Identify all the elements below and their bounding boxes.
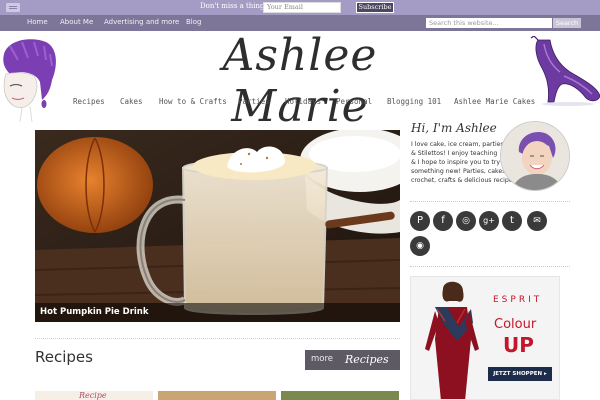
newsletter-prompt: Don't miss a thing!: [200, 2, 268, 10]
main-nav-ashlee-marie-cakes[interactable]: Ashlee Marie Cakes: [454, 97, 535, 106]
site-logo[interactable]: Ashlee Marie: [150, 30, 450, 132]
menu-icon[interactable]: [6, 3, 20, 12]
about-heading: Hi, I'm Ashlee: [411, 121, 497, 135]
slide-caption-bar: Hot Pumpkin Pie Drink: [35, 303, 400, 322]
search-input[interactable]: Search this website...: [426, 18, 552, 28]
site-header: Ashlee Marie Recipes Cakes How to & Craf…: [0, 30, 600, 132]
main-nav-blogging-101[interactable]: Blogging 101: [387, 97, 441, 106]
nav-link-advertising[interactable]: Advertising and more: [104, 18, 179, 26]
rss-icon[interactable]: ◉: [410, 236, 430, 256]
ad-headline-emphasis: UP: [503, 333, 534, 357]
ad-brand: ESPRIT: [493, 295, 543, 305]
about-text-line: crochet, crafts & delicious recipes!: [411, 177, 519, 184]
instagram-icon[interactable]: ◎: [456, 211, 476, 231]
nav-link-home[interactable]: Home: [27, 18, 48, 26]
top-navigation: Home About Me Advertising and more Blog …: [0, 15, 600, 31]
header-illustration-shoe: [530, 36, 600, 106]
main-nav-recipes[interactable]: Recipes: [73, 97, 105, 106]
ad-model-image: [425, 281, 479, 399]
nav-link-about[interactable]: About Me: [60, 18, 93, 26]
recipe-thumbnail-label: Recipe: [79, 391, 107, 400]
about-text-line: & Stilettos! I enjoy teaching: [411, 150, 498, 157]
featured-image: [35, 130, 400, 322]
google-plus-icon[interactable]: g+: [479, 211, 499, 231]
header-illustration-face: [3, 39, 56, 122]
facebook-icon[interactable]: f: [433, 211, 453, 231]
recipe-thumbnail[interactable]: Recipe: [35, 391, 153, 400]
about-text-line: something new! Parties, cakes: [411, 168, 506, 175]
author-avatar[interactable]: [500, 121, 570, 191]
pinterest-icon[interactable]: P: [410, 211, 430, 231]
newsletter-bar: Don't miss a thing! Your Email Subscribe: [0, 0, 600, 15]
main-nav-parties[interactable]: Parties: [238, 97, 270, 106]
sidebar-divider: [410, 266, 570, 267]
more-label: more: [311, 354, 334, 364]
main-nav-how-to-crafts[interactable]: How to & Crafts: [159, 97, 227, 106]
main-nav-personal[interactable]: Personal: [336, 97, 372, 106]
email-icon[interactable]: ✉: [527, 211, 547, 231]
ad-headline: Colour: [494, 317, 537, 332]
sidebar-advertisement[interactable]: ESPRIT Colour UP JETZT SHOPPEN ▸: [410, 276, 560, 400]
section-divider: [35, 338, 400, 339]
main-nav-holidays[interactable]: Holidays: [285, 97, 321, 106]
ad-shop-button[interactable]: JETZT SHOPPEN ▸: [488, 367, 552, 381]
sidebar-divider: [410, 201, 570, 202]
search-button[interactable]: Search: [553, 18, 581, 28]
twitter-icon[interactable]: t: [502, 211, 522, 231]
slide-caption[interactable]: Hot Pumpkin Pie Drink: [40, 307, 149, 317]
recipe-thumbnail[interactable]: [281, 391, 399, 400]
featured-slide[interactable]: Hot Pumpkin Pie Drink: [35, 130, 400, 322]
nav-link-blog[interactable]: Blog: [186, 18, 201, 26]
main-nav-cakes[interactable]: Cakes: [120, 97, 143, 106]
more-recipes-button[interactable]: more Recipes: [305, 350, 400, 370]
email-field[interactable]: Your Email: [263, 2, 341, 13]
about-text-line: I love cake, ice cream, parties: [411, 141, 504, 148]
subscribe-button[interactable]: Subscribe: [356, 2, 394, 13]
section-title-recipes: Recipes: [35, 348, 93, 366]
about-text-line: & I hope to inspire you to try: [411, 159, 501, 166]
recipe-thumbnail[interactable]: [158, 391, 276, 400]
author-photo: [501, 122, 569, 190]
more-recipes-script-label: Recipes: [345, 353, 389, 366]
